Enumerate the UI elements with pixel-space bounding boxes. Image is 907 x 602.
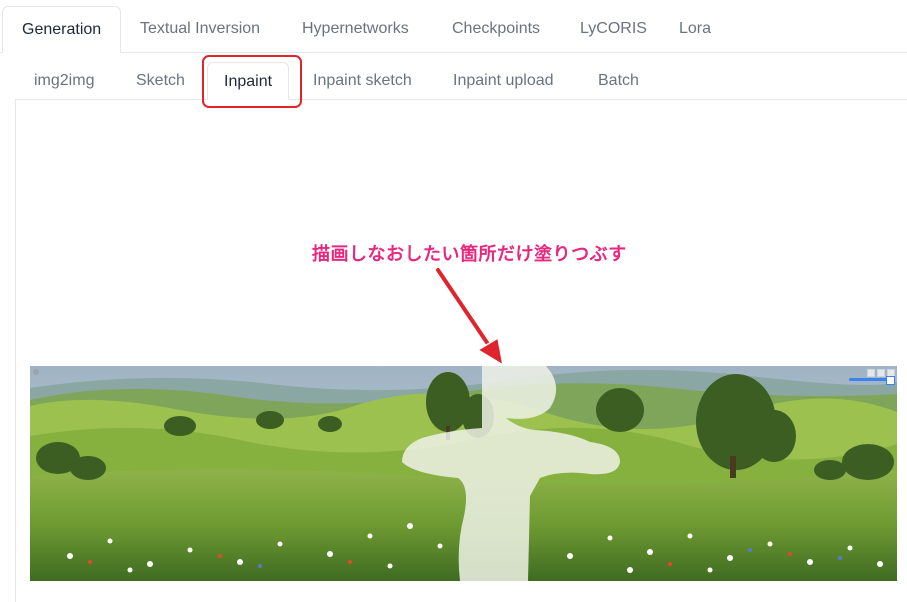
tab-hypernetworks[interactable]: Hypernetworks: [283, 6, 428, 52]
landscape-image: [30, 366, 897, 581]
img2img-mode-tabs: img2img Sketch Inpaint Inpaint sketch In…: [15, 62, 907, 100]
canvas-info-icon[interactable]: [33, 369, 39, 375]
tab-lora[interactable]: Lora: [660, 6, 730, 52]
inpaint-canvas[interactable]: [30, 366, 897, 581]
subtab-img2img[interactable]: img2img: [34, 62, 94, 100]
brush-size-slider[interactable]: [849, 378, 889, 381]
subtab-batch[interactable]: Batch: [598, 62, 639, 100]
tab-checkpoints[interactable]: Checkpoints: [433, 6, 559, 52]
subtab-inpaint-upload[interactable]: Inpaint upload: [453, 62, 554, 100]
clear-icon[interactable]: [877, 369, 885, 377]
subtab-inpaint-sketch[interactable]: Inpaint sketch: [313, 62, 412, 100]
tab-generation[interactable]: Generation: [2, 6, 122, 53]
tab-textual-inversion[interactable]: Textual Inversion: [121, 6, 279, 52]
brush-color-icon[interactable]: [886, 376, 895, 385]
top-tab-bar: Generation Textual Inversion Hypernetwor…: [0, 0, 907, 53]
tab-lycoris[interactable]: LyCORIS: [561, 6, 666, 52]
subtab-sketch[interactable]: Sketch: [136, 62, 185, 100]
annotation-arrow: [434, 266, 505, 367]
undo-icon[interactable]: [867, 369, 875, 377]
